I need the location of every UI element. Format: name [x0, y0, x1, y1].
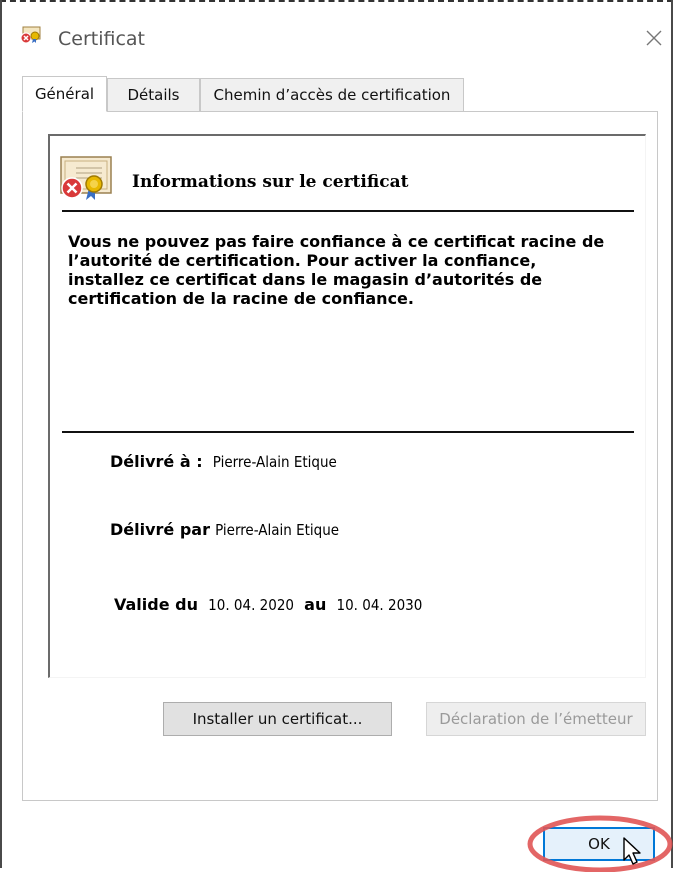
divider: [62, 431, 634, 433]
window-title: Certificat: [58, 28, 146, 50]
certificate-app-icon: [20, 26, 41, 44]
info-heading: Informations sur le certificat: [132, 172, 409, 192]
valid-from-value: 10. 04. 2020: [208, 596, 294, 614]
tab-details[interactable]: Détails: [107, 78, 200, 112]
valid-to-value: 10. 04. 2030: [336, 596, 423, 614]
validity-row: Valide du 10. 04. 2020 au 10. 04. 2030: [114, 595, 422, 614]
issued-to-row: Délivré à : Pierre-Alain Etique: [110, 452, 337, 471]
trust-warning-text: Vous ne pouvez pas faire confiance à ce …: [68, 232, 605, 308]
install-certificate-button[interactable]: Installer un certificat...: [163, 702, 392, 736]
issuer-statement-button: Déclaration de l’émetteur: [426, 702, 646, 736]
valid-from-label: Valide du: [114, 595, 198, 614]
issued-by-row: Délivré par Pierre-Alain Etique: [110, 520, 339, 539]
screenshot-left-border: [0, 0, 2, 868]
mouse-pointer-icon: [623, 837, 641, 865]
tab-certification-path[interactable]: Chemin d’accès de certification: [200, 78, 464, 112]
valid-to-label: au: [304, 595, 327, 614]
screenshot-top-border: [0, 0, 673, 2]
divider: [62, 210, 634, 212]
highlight-circle-annotation: [527, 815, 673, 872]
close-icon[interactable]: [640, 24, 668, 52]
certificate-error-icon: [60, 156, 112, 200]
issued-by-label: Délivré par: [110, 520, 210, 539]
issued-by-value: Pierre-Alain Etique: [215, 521, 340, 539]
tab-general[interactable]: Général: [22, 76, 107, 112]
issued-to-value: Pierre-Alain Etique: [212, 453, 337, 471]
issued-to-label: Délivré à :: [110, 452, 203, 471]
